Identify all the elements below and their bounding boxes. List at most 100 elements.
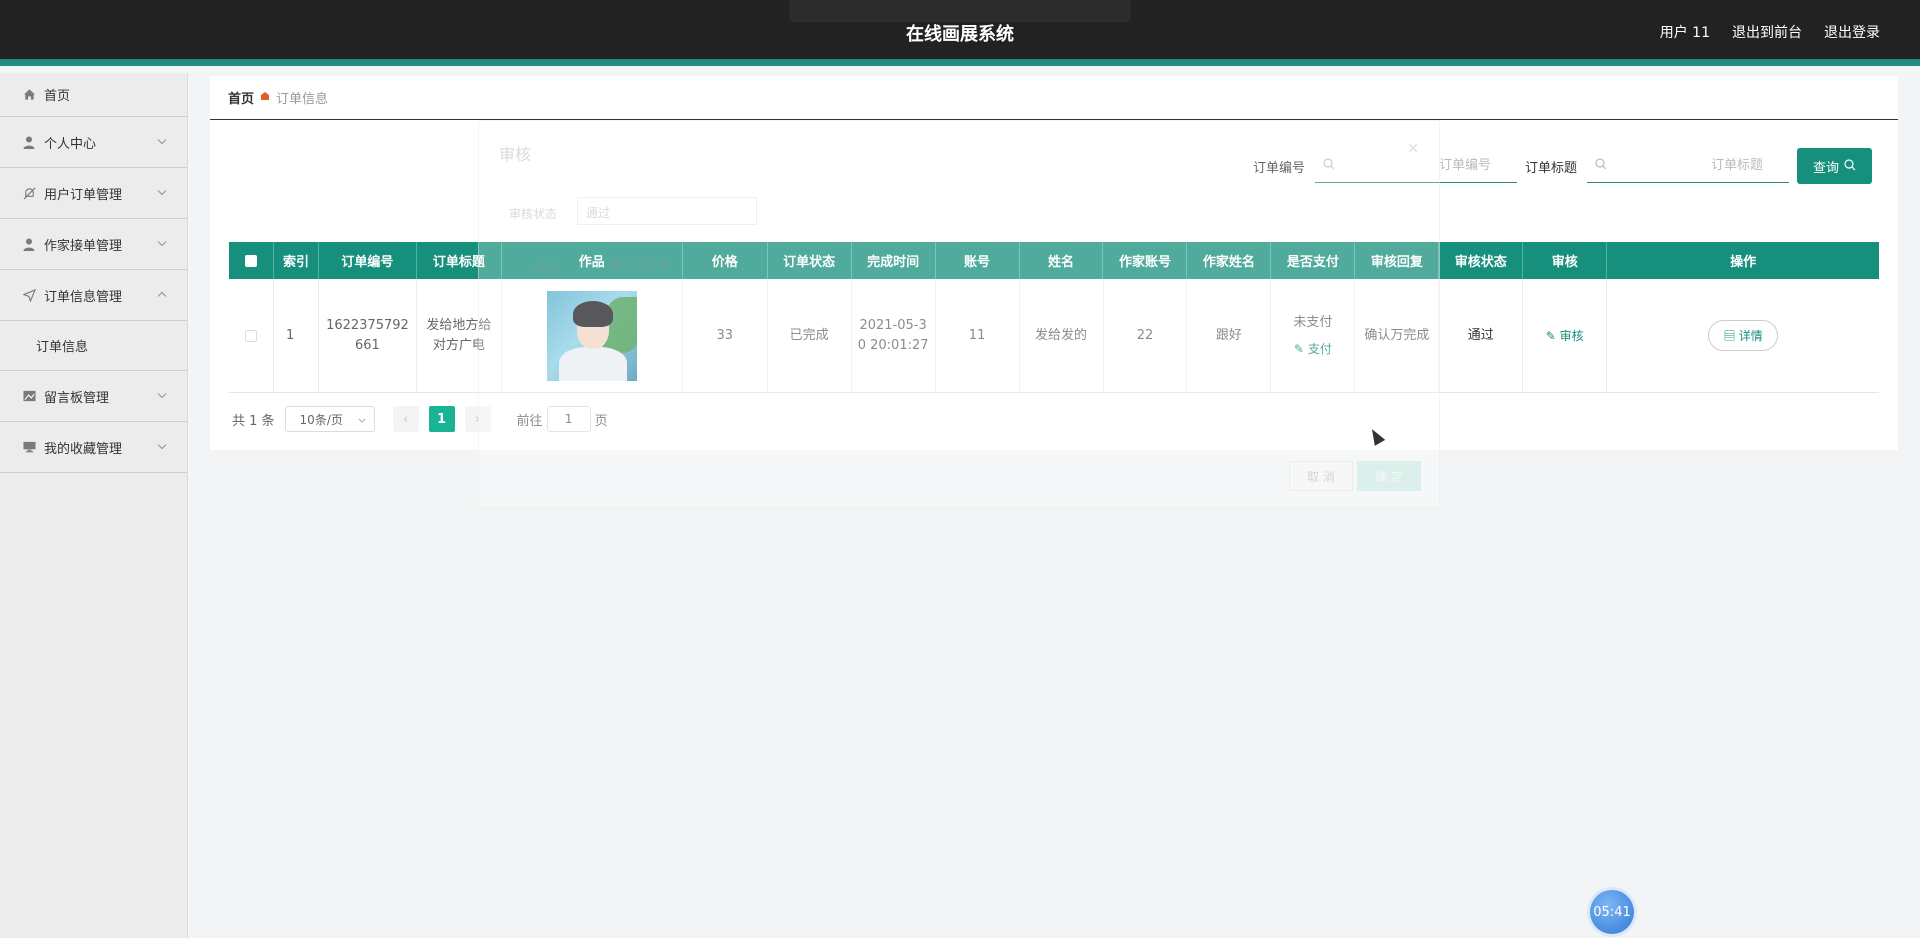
edit-icon: ✎ [1293,341,1304,356]
sidebar-item-writer-orders[interactable]: 作家接单管理 [0,219,187,270]
col-header: 审核状态 [1439,242,1524,279]
sidebar-item-order-info-management[interactable]: 订单信息管理 [0,270,187,321]
order-title-input[interactable] [1586,149,1789,182]
sidebar-item-label: 首页 [44,89,71,104]
sidebar-subitem-order-info[interactable]: 订单信息 [0,321,187,371]
chevron-down-icon [157,188,167,199]
chevron-down-icon [157,442,167,453]
sidebar-item-label: 用户订单管理 [44,187,123,203]
col-header: 操作 [1730,255,1757,270]
query-button[interactable]: 查询 [1796,148,1872,184]
picture-icon [22,389,36,403]
row-checkbox[interactable] [244,329,257,342]
order-no-input[interactable] [1314,149,1517,182]
user-icon [22,135,36,149]
cell-order-no: 1622375792661 [319,279,417,392]
orders-table: 索引 订单编号 订单标题 作品 价格 订单状态 完成时间 账号 姓名 作家账号 … [229,242,1879,393]
sidebar-item-label: 我的收藏管理 [44,441,123,457]
user-icon [22,237,36,251]
cell-writer-name: 跟好 [1187,279,1272,392]
page-number-current[interactable]: 1 [428,406,455,432]
logout-link[interactable]: 退出登录 [1824,22,1880,42]
col-header: 审核回复 [1355,242,1440,279]
page-suffix: 页 [594,413,608,429]
cell-status: 已完成 [768,279,852,392]
sidebar-item-label: 个人中心 [44,136,97,152]
table-row: 1 1622375792661 发给地方给对方广电 33 已完成 2021-05… [229,279,1879,393]
detail-button[interactable]: ▤ 详情 [1708,320,1778,351]
col-header: 作品 [502,242,683,279]
col-header: 作家姓名 [1187,242,1272,279]
col-header: 订单编号 [319,242,417,279]
toast-message [790,0,1130,22]
monitor-icon [22,440,36,454]
floating-clock-widget[interactable]: 05:41 [1590,890,1634,934]
dialog-cancel-button: 取 消 [1289,461,1353,491]
sidebar-item-message-board[interactable]: 留言板管理 [0,371,187,422]
col-header: 账号 [936,242,1020,279]
back-to-front-link[interactable]: 退出到前台 [1732,22,1802,42]
detail-button-label: 详情 [1738,329,1763,343]
document-icon: ▤ [1723,329,1736,343]
col-header: 审核 [1523,242,1608,279]
top-bar: 在线画展系统 用户 11 退出到前台 退出登录 [0,0,1920,66]
goto-page: 前往 页 [517,406,608,432]
goto-page-input[interactable] [546,406,591,432]
bell-off-icon [22,186,36,200]
cell-index: 1 [274,279,319,392]
cell-account: 11 [936,279,1020,392]
sidebar: 首页 个人中心 用户订单管理 作家接单管理 订单信息管理 订单信息 留言板管理 … [0,73,188,938]
prev-page-button[interactable]: ‹ [392,406,419,432]
col-header: 订单标题 [417,242,502,279]
table-header: 索引 订单编号 订单标题 作品 价格 订单状态 完成时间 账号 姓名 作家账号 … [229,242,1879,279]
sidebar-item-label: 订单信息管理 [44,289,123,305]
paid-status: 未支付 [1293,314,1333,330]
send-icon [22,288,36,302]
col-header: 订单状态 [768,242,852,279]
order-title-label: 订单标题 [1524,160,1577,176]
pay-link-label: 支付 [1307,341,1332,356]
row-select[interactable] [229,279,274,392]
dialog-confirm-button: 确 定 [1357,461,1421,491]
sidebar-item-label: 留言板管理 [44,390,110,406]
home-icon [22,88,36,102]
chevron-right-icon: › [474,411,481,427]
cell-review-action: ✎ 审核 [1523,279,1608,392]
pagination: 共 1 条 10条/页 ‹ 1 › 前往 页 [232,406,608,432]
search-icon [1844,158,1856,174]
select-all-checkbox[interactable] [244,254,257,267]
pay-link[interactable]: ✎ 支付 [1294,339,1332,359]
artwork-thumbnail[interactable] [546,290,637,381]
cell-artwork [502,279,683,392]
goto-label: 前往 [516,413,543,429]
breadcrumb-home[interactable]: 首页 [228,88,254,107]
search-bar: 订单编号 订单标题 查询 [1253,148,1872,184]
header-select-all[interactable] [229,242,274,279]
chevron-up-icon [157,290,167,301]
cell-paid: 未支付 ✎ 支付 [1271,279,1356,392]
sidebar-item-my-favorites[interactable]: 我的收藏管理 [0,422,187,473]
cell-price: 33 [683,279,768,392]
cell-order-title: 发给地方给对方广电 [417,279,502,392]
chevron-down-icon [157,391,167,402]
sidebar-item-home[interactable]: 首页 [0,73,187,117]
cell-name: 发给发的 [1020,279,1104,392]
next-page-button[interactable]: › [464,406,491,432]
col-header: 姓名 [1020,242,1104,279]
sidebar-item-user-orders[interactable]: 用户订单管理 [0,168,187,219]
chevron-down-icon [358,412,366,426]
total-count: 共 1 条 [232,413,275,429]
review-link-label: 审核 [1559,328,1584,343]
sidebar-subitem-label: 订单信息 [36,340,89,355]
col-header: 索引 [274,242,319,279]
edit-icon: ✎ [1545,328,1556,343]
review-link[interactable]: ✎ 审核 [1546,326,1584,346]
breadcrumb-current: 订单信息 [276,92,329,107]
page-size-select[interactable]: 10条/页 [284,406,375,432]
page-size-value: 10条/页 [299,412,343,427]
sidebar-item-personal-center[interactable]: 个人中心 [0,117,187,168]
cell-finish-time: 2021-05-30 20:01:27 [852,279,936,392]
col-header: 是否支付 [1271,242,1356,279]
user-name-link[interactable]: 用户 11 [1660,22,1710,42]
cell-actions: ▤ 详情 [1607,279,1879,392]
